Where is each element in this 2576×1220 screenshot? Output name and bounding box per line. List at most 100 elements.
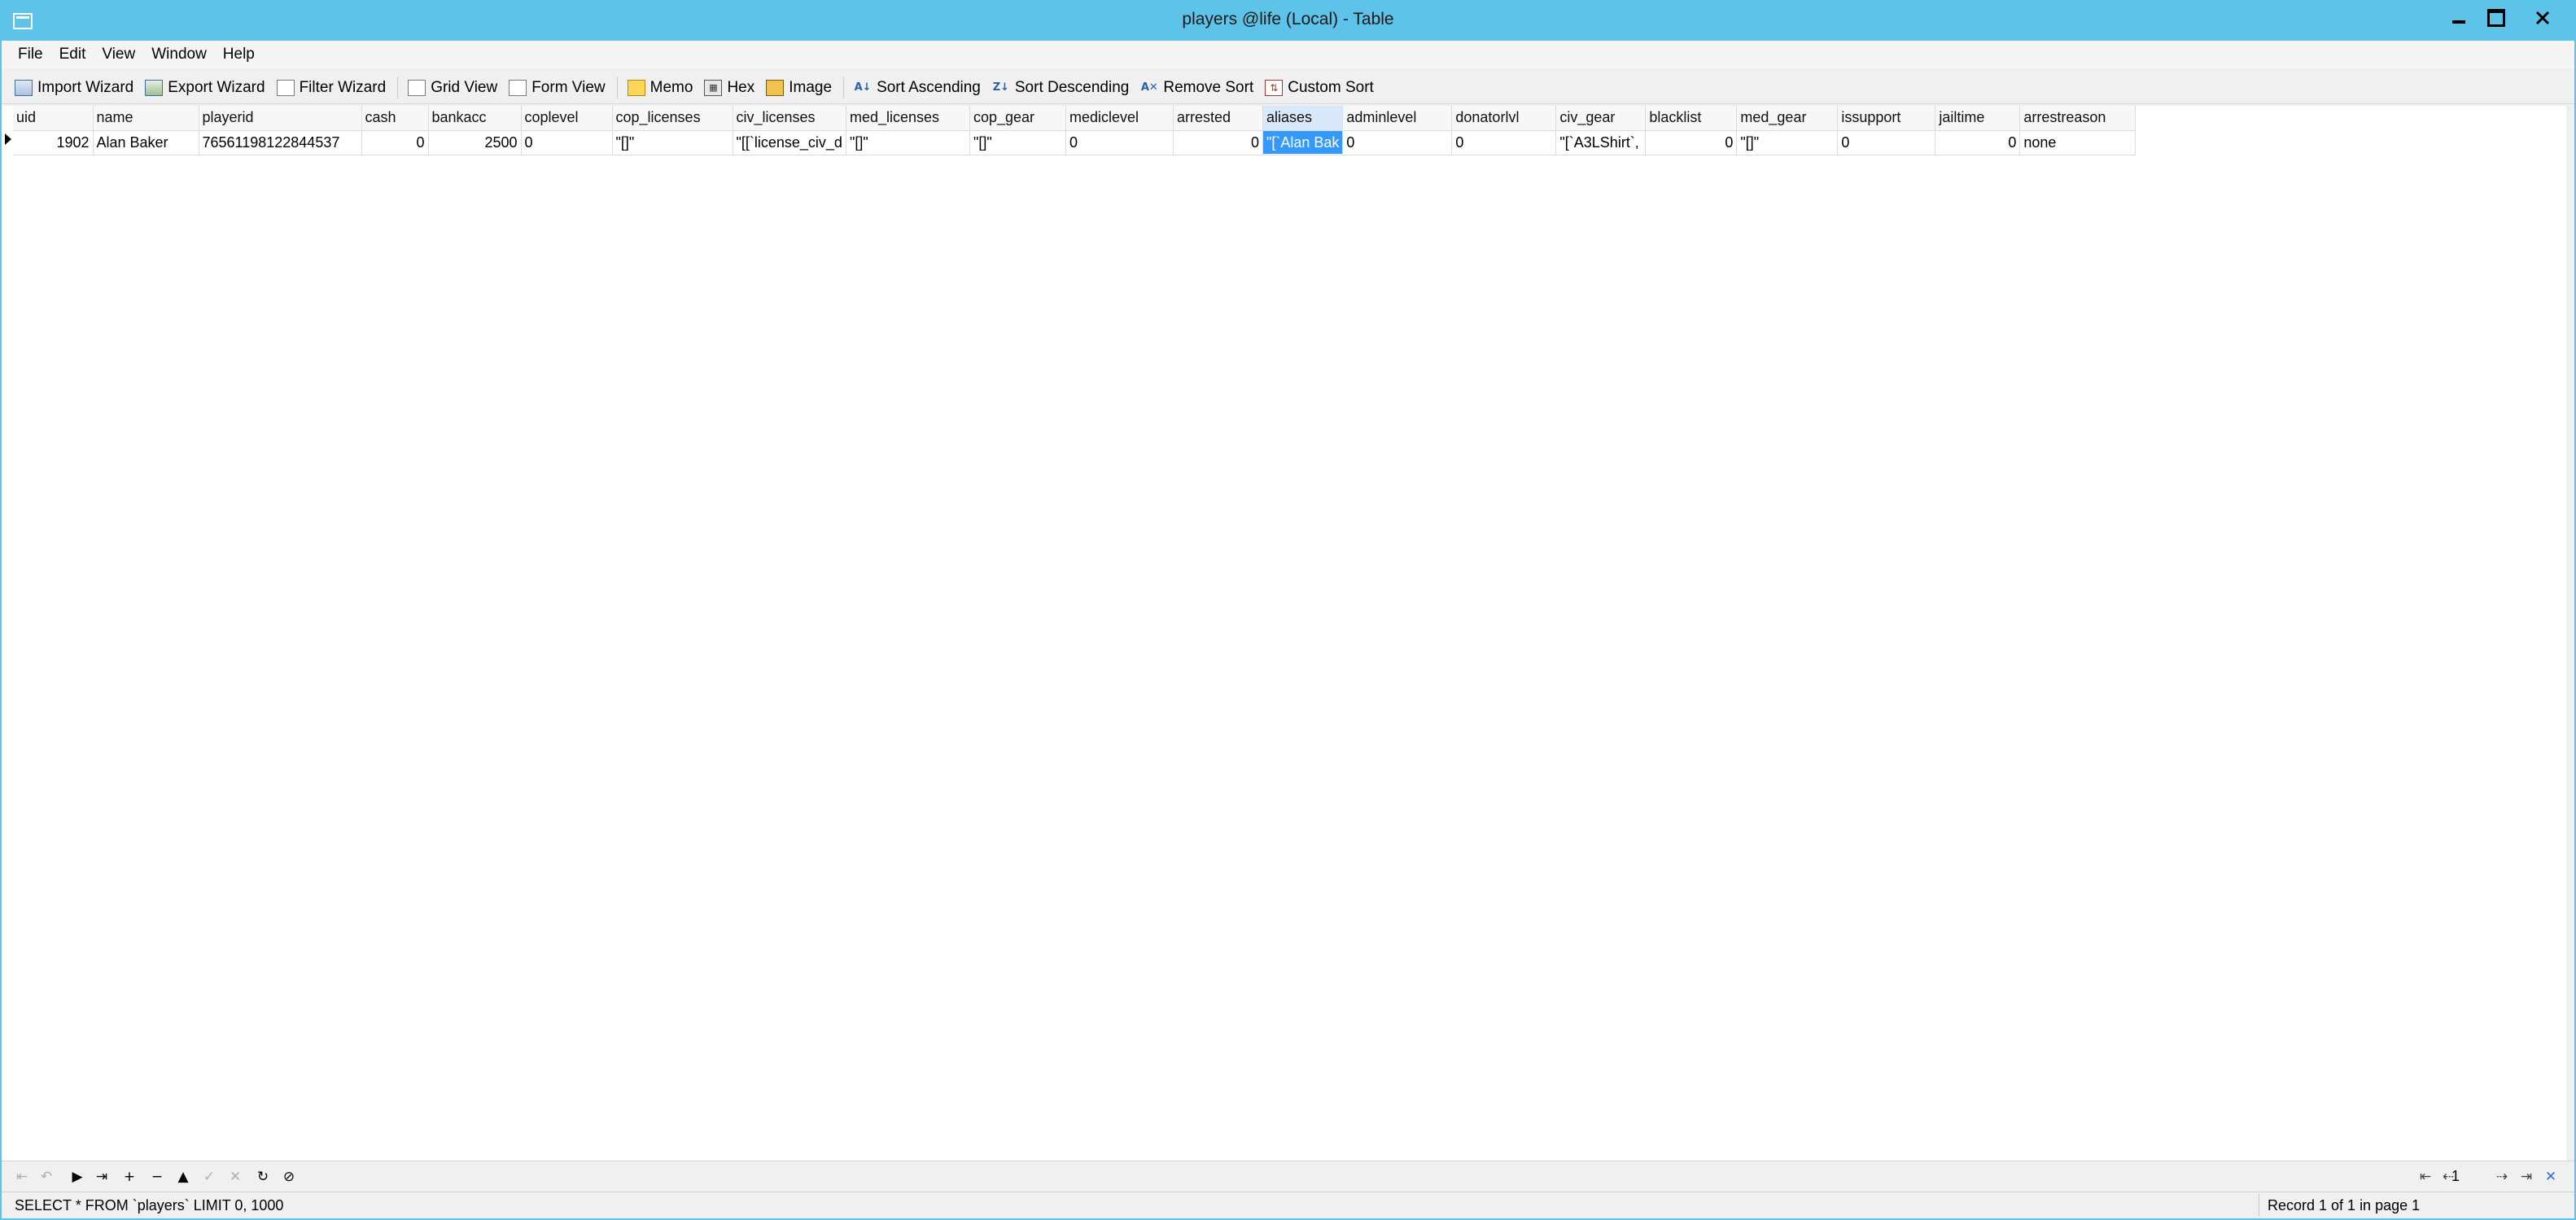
column-header-civ-licenses[interactable]: civ_licenses [733, 106, 846, 131]
discard-changes-icon[interactable]: ✕ [226, 1168, 244, 1186]
cell-med-gear[interactable]: "[]" [1736, 130, 1839, 155]
header-row: uid name playerid cash bankacc coplevel … [13, 106, 2136, 131]
sort-ascending-icon: A↓ [854, 81, 872, 94]
table-row[interactable]: 1902 Alan Baker 76561198122844537 0 2500… [13, 130, 2136, 155]
column-header-adminlevel[interactable]: adminlevel [1342, 106, 1453, 131]
sort-descending-icon: Z↓ [992, 81, 1010, 94]
cell-coplevel[interactable]: 0 [521, 130, 613, 155]
memo-button[interactable]: Memo [627, 78, 693, 97]
grid-view-icon [408, 79, 426, 96]
column-header-coplevel[interactable]: coplevel [521, 106, 613, 131]
delete-record-icon[interactable]: − [148, 1168, 166, 1186]
menu-view[interactable]: View [94, 46, 143, 63]
form-view-label: Form View [531, 78, 606, 96]
image-button[interactable]: Image [766, 79, 832, 97]
column-header-med-gear[interactable]: med_gear [1736, 106, 1839, 131]
next-page-icon[interactable]: ⇢ [2492, 1168, 2512, 1186]
cell-med-licenses[interactable]: "[]" [846, 130, 970, 155]
column-header-civ-gear[interactable]: civ_gear [1555, 106, 1647, 131]
filter-wizard-button[interactable]: Filter Wizard [276, 78, 387, 97]
cell-mediclevel[interactable]: 0 [1065, 130, 1174, 155]
window-title: players @life (Local) - Table [1182, 10, 1394, 28]
column-header-donatorlvl[interactable]: donatorlvl [1451, 106, 1557, 131]
minimize-button[interactable] [2441, 5, 2477, 31]
column-header-issupport[interactable]: issupport [1837, 106, 1936, 131]
custom-sort-button[interactable]: ⇅ Custom Sort [1265, 79, 1374, 97]
first-page-icon[interactable]: ⇤ [2416, 1168, 2435, 1186]
import-wizard-label: Import Wizard [37, 78, 134, 96]
sql-statement: SELECT * FROM `players` LIMIT 0, 1000 [15, 1197, 284, 1213]
current-row-arrow-icon [2, 133, 13, 145]
cell-uid[interactable]: 1902 [13, 130, 94, 155]
page-settings-icon[interactable]: ✕ [2541, 1168, 2561, 1186]
cell-cash[interactable]: 0 [361, 130, 429, 155]
column-header-mediclevel[interactable]: mediclevel [1065, 106, 1174, 131]
cell-playerid[interactable]: 76561198122844537 [199, 130, 362, 155]
toolbar: Import Wizard Export Wizard Filter Wizar… [2, 72, 2574, 104]
column-header-cop-gear[interactable]: cop_gear [969, 106, 1066, 131]
previous-record-icon[interactable]: ↶ [37, 1168, 55, 1186]
data-grid[interactable]: uid name playerid cash bankacc coplevel … [13, 106, 2566, 1161]
remove-sort-button[interactable]: A✕ Remove Sort [1140, 79, 1253, 97]
table-window: players @life (Local) - Table File Edit … [0, 0, 2576, 1220]
menu-help[interactable]: Help [215, 46, 263, 63]
column-header-bankacc[interactable]: bankacc [428, 106, 522, 131]
column-header-jailtime[interactable]: jailtime [1935, 106, 2021, 131]
last-page-icon[interactable]: ⇥ [2517, 1168, 2536, 1186]
cell-donatorlvl[interactable]: 0 [1451, 130, 1557, 155]
cell-cop-licenses[interactable]: "[]" [612, 130, 733, 155]
form-view-button[interactable]: Form View [509, 78, 606, 97]
sort-descending-button[interactable]: Z↓ Sort Descending [992, 79, 1130, 97]
grid-view-button[interactable]: Grid View [408, 79, 497, 97]
cell-blacklist[interactable]: 0 [1645, 130, 1738, 155]
cell-name[interactable]: Alan Baker [93, 130, 199, 155]
custom-sort-label: Custom Sort [1288, 78, 1374, 96]
image-label: Image [789, 78, 833, 96]
record-info: Record 1 of 1 in page 1 [2268, 1197, 2421, 1213]
add-record-icon[interactable]: + [120, 1168, 138, 1186]
filter-wizard-label: Filter Wizard [299, 78, 387, 96]
hex-button[interactable]: ▦ Hex [704, 79, 754, 97]
filter-wizard-icon [276, 79, 295, 96]
cell-aliases-selected[interactable]: "[`Alan Bak [1262, 130, 1344, 155]
toolbar-separator [843, 77, 845, 98]
column-header-arrestreason[interactable]: arrestreason [2019, 106, 2136, 131]
refresh-icon[interactable]: ↻ [254, 1168, 272, 1186]
last-record-icon[interactable]: ⇥ [93, 1168, 111, 1186]
page-number[interactable]: 1 [2451, 1168, 2460, 1185]
cell-arrestreason[interactable]: none [2019, 130, 2136, 155]
column-header-playerid[interactable]: playerid [199, 106, 362, 131]
column-header-med-licenses[interactable]: med_licenses [846, 106, 970, 131]
column-header-aliases[interactable]: aliases [1262, 106, 1344, 131]
cell-issupport[interactable]: 0 [1837, 130, 1936, 155]
column-header-cop-licenses[interactable]: cop_licenses [612, 106, 733, 131]
edit-up-icon[interactable]: ▲ [174, 1168, 192, 1186]
cell-bankacc[interactable]: 2500 [428, 130, 522, 155]
maximize-button[interactable] [2478, 5, 2514, 31]
apply-changes-icon[interactable]: ✓ [200, 1168, 218, 1186]
first-record-icon[interactable]: ⇤ [13, 1168, 31, 1186]
column-header-blacklist[interactable]: blacklist [1645, 106, 1738, 131]
cell-civ-gear[interactable]: "[`A3LShirt`, [1555, 130, 1647, 155]
menu-window[interactable]: Window [143, 46, 215, 63]
column-header-uid[interactable]: uid [13, 106, 94, 131]
column-header-name[interactable]: name [93, 106, 199, 131]
menu-edit[interactable]: Edit [51, 46, 94, 63]
memo-label: Memo [649, 78, 693, 96]
sort-ascending-button[interactable]: A↓ Sort Ascending [854, 79, 981, 97]
close-button[interactable] [2516, 5, 2569, 31]
close-icon [2535, 11, 2550, 25]
next-record-icon[interactable]: ▶ [68, 1168, 86, 1186]
cell-cop-gear[interactable]: "[]" [969, 130, 1066, 155]
column-header-cash[interactable]: cash [361, 106, 429, 131]
column-header-arrested[interactable]: arrested [1173, 106, 1263, 131]
cell-jailtime[interactable]: 0 [1935, 130, 2021, 155]
cell-arrested[interactable]: 0 [1173, 130, 1263, 155]
cell-adminlevel[interactable]: 0 [1342, 130, 1453, 155]
import-wizard-button[interactable]: Import Wizard [15, 79, 133, 97]
title-bar: players @life (Local) - Table [2, 2, 2574, 41]
stop-icon[interactable]: ⊘ [280, 1168, 298, 1186]
menu-file[interactable]: File [10, 46, 51, 63]
cell-civ-licenses[interactable]: "[[`license_civ_d [733, 130, 846, 155]
export-wizard-button[interactable]: Export Wizard [145, 79, 265, 97]
